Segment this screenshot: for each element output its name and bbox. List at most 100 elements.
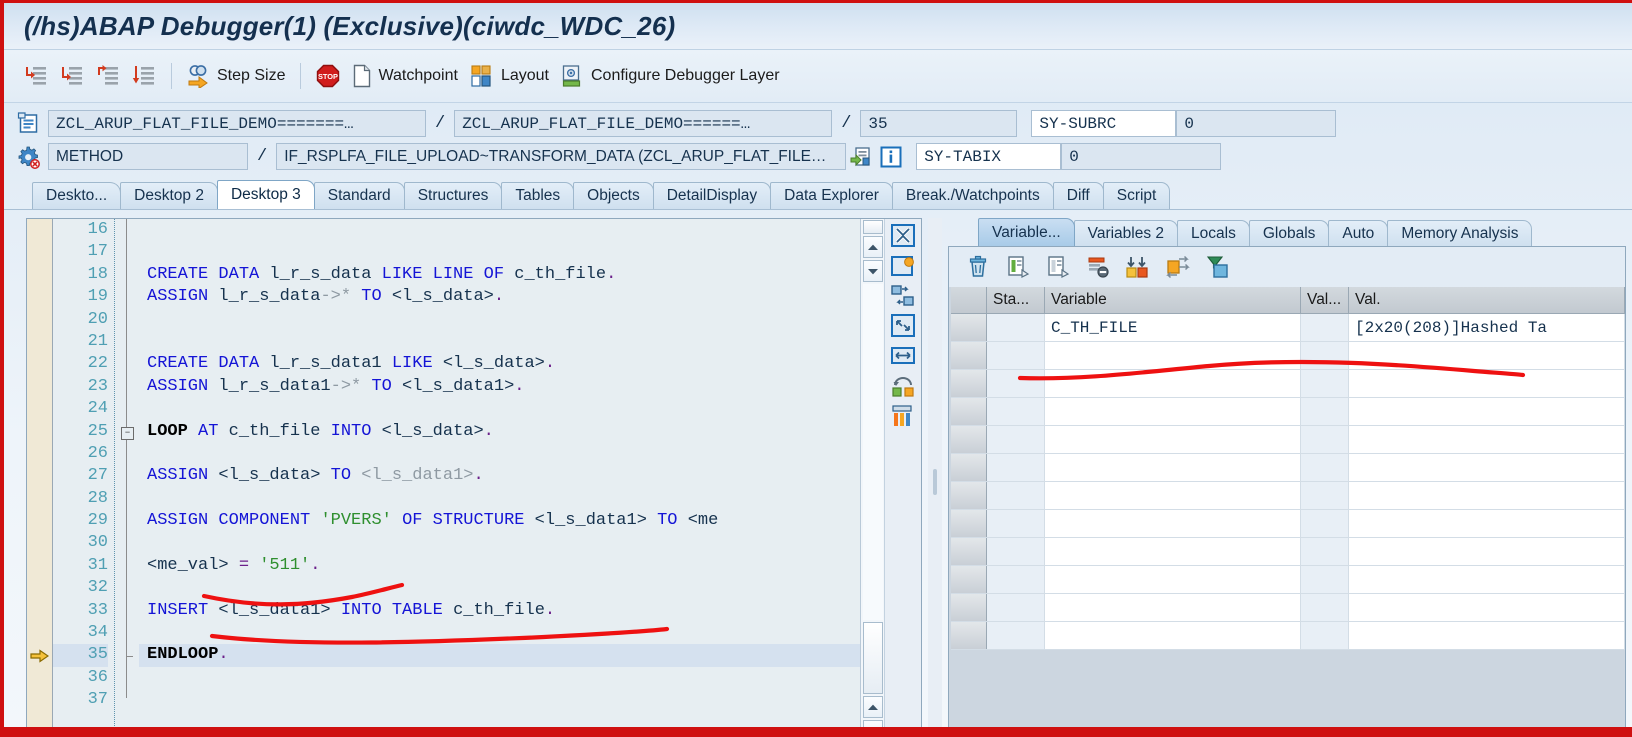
value-cell[interactable] xyxy=(1349,538,1625,565)
scroll-thumb-top[interactable] xyxy=(863,220,883,234)
variables-tab-auto[interactable]: Auto xyxy=(1328,220,1389,246)
new-window-button[interactable] xyxy=(888,253,918,279)
desktop-tab-standard[interactable]: Standard xyxy=(313,182,405,209)
code-line[interactable]: <me_val> = '511'. xyxy=(139,555,921,577)
value-cell[interactable] xyxy=(1349,622,1625,649)
replace-button[interactable] xyxy=(1163,252,1193,282)
scroll-thumb-bottom[interactable] xyxy=(863,622,883,694)
code-line[interactable] xyxy=(139,532,921,554)
code-line[interactable] xyxy=(139,309,921,331)
fit-width-button[interactable] xyxy=(888,343,918,369)
variable-name-cell[interactable] xyxy=(1045,594,1301,621)
code-line[interactable] xyxy=(139,488,921,510)
variable-name-cell[interactable] xyxy=(1045,566,1301,593)
value-short-cell[interactable] xyxy=(1301,566,1349,593)
column-header-variable[interactable]: Variable xyxy=(1045,287,1301,313)
full-screen-button[interactable] xyxy=(888,223,918,249)
event-type-field[interactable]: METHOD xyxy=(48,143,248,170)
variables-tab-memory-analysis[interactable]: Memory Analysis xyxy=(1387,220,1533,246)
include-field[interactable]: ZCL_ARUP_FLAT_FILE_DEMO======… xyxy=(454,110,833,137)
variables-row[interactable] xyxy=(951,398,1625,426)
value-short-cell[interactable] xyxy=(1301,454,1349,481)
sort-button[interactable] xyxy=(1123,252,1153,282)
value-short-cell[interactable] xyxy=(1301,314,1349,341)
variables-row[interactable] xyxy=(951,594,1625,622)
value-short-cell[interactable] xyxy=(1301,482,1349,509)
value-cell[interactable] xyxy=(1349,482,1625,509)
variables-row[interactable] xyxy=(951,482,1625,510)
variables-grid[interactable]: Sta... Variable Val... Val. C_TH_FILE [2x20(… xyxy=(949,287,1625,733)
status-cell[interactable] xyxy=(987,398,1045,425)
splitter-grip[interactable] xyxy=(933,468,937,495)
desktop-tab-detaildisplay[interactable]: DetailDisplay xyxy=(652,182,772,209)
desktop-tab-objects[interactable]: Objects xyxy=(573,182,654,209)
row-select-cell[interactable] xyxy=(951,342,987,369)
code-line[interactable] xyxy=(139,667,921,689)
watchpoint-button[interactable]: Watchpoint xyxy=(346,56,463,96)
variables-row[interactable] xyxy=(951,342,1625,370)
scroll-track[interactable] xyxy=(863,284,883,620)
code-line[interactable]: LOOP AT c_th_file INTO <l_s_data>. xyxy=(139,421,921,443)
variables-tab-globals[interactable]: Globals xyxy=(1248,220,1330,246)
scroll-up-button-2[interactable] xyxy=(863,696,883,718)
value-cell[interactable] xyxy=(1349,454,1625,481)
configure-debugger-layer-button[interactable]: Configure Debugger Layer xyxy=(555,56,786,96)
status-cell[interactable] xyxy=(987,510,1045,537)
desktop-tab-data-explorer[interactable]: Data Explorer xyxy=(770,182,893,209)
variable-name-cell[interactable] xyxy=(1045,538,1301,565)
filter-button[interactable] xyxy=(1203,252,1233,282)
code-vertical-scrollbar[interactable] xyxy=(860,219,885,733)
step-size-button[interactable]: Step Size xyxy=(181,56,291,96)
swap-panels-button[interactable] xyxy=(888,283,918,309)
value-cell[interactable] xyxy=(1349,510,1625,537)
desktop-tab-structures[interactable]: Structures xyxy=(403,182,503,209)
line-number-field[interactable]: 35 xyxy=(860,110,1018,137)
value-short-cell[interactable] xyxy=(1301,594,1349,621)
variable-name-cell[interactable] xyxy=(1045,370,1301,397)
value-short-cell[interactable] xyxy=(1301,622,1349,649)
desktop-tab-desktop-3[interactable]: Desktop 3 xyxy=(216,180,315,209)
status-cell[interactable] xyxy=(987,426,1045,453)
status-cell[interactable] xyxy=(987,566,1045,593)
code-line[interactable] xyxy=(139,398,921,420)
value-cell[interactable]: [2x20(208)]Hashed Ta xyxy=(1349,314,1625,341)
value-short-cell[interactable] xyxy=(1301,510,1349,537)
code-line[interactable] xyxy=(139,241,921,263)
step-into-button[interactable] xyxy=(18,56,54,96)
variables-row[interactable]: C_TH_FILE [2x20(208)]Hashed Ta xyxy=(951,314,1625,342)
row-select-cell[interactable] xyxy=(951,594,987,621)
row-select-cell[interactable] xyxy=(951,370,987,397)
copy-row-button[interactable] xyxy=(1003,252,1033,282)
column-header-val[interactable]: Val. xyxy=(1349,287,1625,313)
variable-name-cell[interactable] xyxy=(1045,482,1301,509)
status-cell[interactable] xyxy=(987,594,1045,621)
code-line[interactable]: CREATE DATA l_r_s_data1 LIKE <l_s_data>. xyxy=(139,353,921,375)
variable-name-cell[interactable] xyxy=(1045,426,1301,453)
code-text-area[interactable]: CREATE DATA l_r_s_data LIKE LINE OF c_th… xyxy=(139,219,921,733)
variables-row[interactable] xyxy=(951,510,1625,538)
value-short-cell[interactable] xyxy=(1301,370,1349,397)
row-select-cell[interactable] xyxy=(951,538,987,565)
status-cell[interactable] xyxy=(987,482,1045,509)
value-short-cell[interactable] xyxy=(1301,342,1349,369)
variable-name-cell[interactable] xyxy=(1045,454,1301,481)
row-select-cell[interactable] xyxy=(951,454,987,481)
row-select-cell[interactable] xyxy=(951,426,987,453)
variable-name-cell[interactable] xyxy=(1045,398,1301,425)
code-line[interactable] xyxy=(139,443,921,465)
breakpoint-button[interactable]: STOP xyxy=(310,56,346,96)
breakpoint-gutter[interactable] xyxy=(27,219,53,733)
value-cell[interactable] xyxy=(1349,398,1625,425)
restore-layout-button[interactable] xyxy=(888,373,918,399)
code-line[interactable]: ASSIGN l_r_s_data->* TO <l_s_data>. xyxy=(139,286,921,308)
variables-tab-variable[interactable]: Variable... xyxy=(978,218,1075,246)
value-short-cell[interactable] xyxy=(1301,426,1349,453)
status-cell[interactable] xyxy=(987,342,1045,369)
status-cell[interactable] xyxy=(987,454,1045,481)
code-line[interactable] xyxy=(139,622,921,644)
desktop-tab-deskto[interactable]: Deskto... xyxy=(32,182,122,209)
value-cell[interactable] xyxy=(1349,594,1625,621)
event-name-field[interactable]: IF_RSPLFA_FILE_UPLOAD~TRANSFORM_DATA (ZC… xyxy=(276,143,847,170)
step-over-button[interactable] xyxy=(54,56,90,96)
delete-button[interactable] xyxy=(963,252,993,282)
